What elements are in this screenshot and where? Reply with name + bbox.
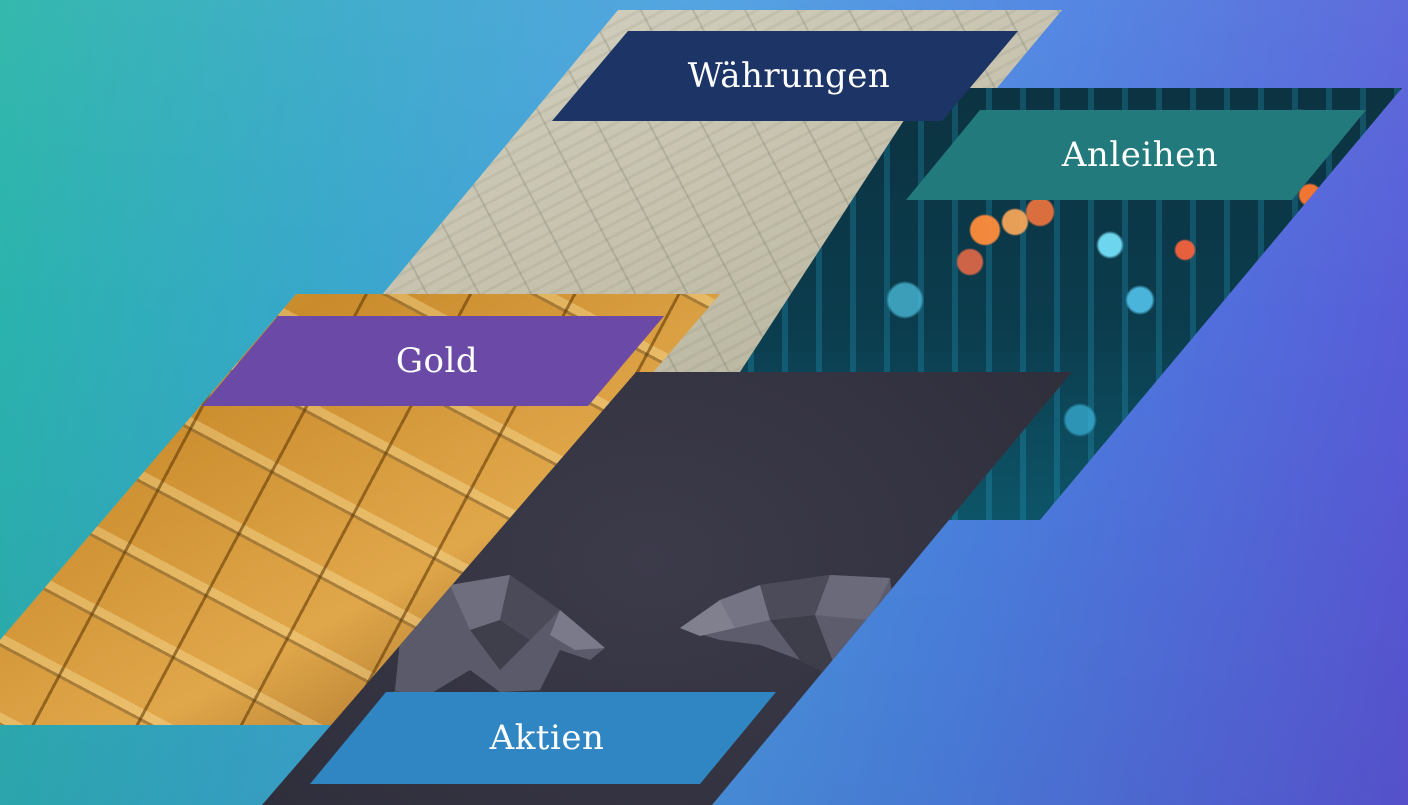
anleihen-label-text: Anleihen (1061, 135, 1219, 175)
tile-label-gold[interactable]: Gold (202, 316, 664, 406)
aktien-label-text: Aktien (489, 718, 605, 758)
tile-label-aktien[interactable]: Aktien (310, 692, 776, 784)
tile-label-anleihen[interactable]: Anleihen (906, 110, 1366, 200)
tile-label-waehrungen[interactable]: Währungen (552, 31, 1018, 121)
waehrungen-label-text: Währungen (687, 56, 891, 96)
gold-label-text: Gold (395, 341, 479, 381)
